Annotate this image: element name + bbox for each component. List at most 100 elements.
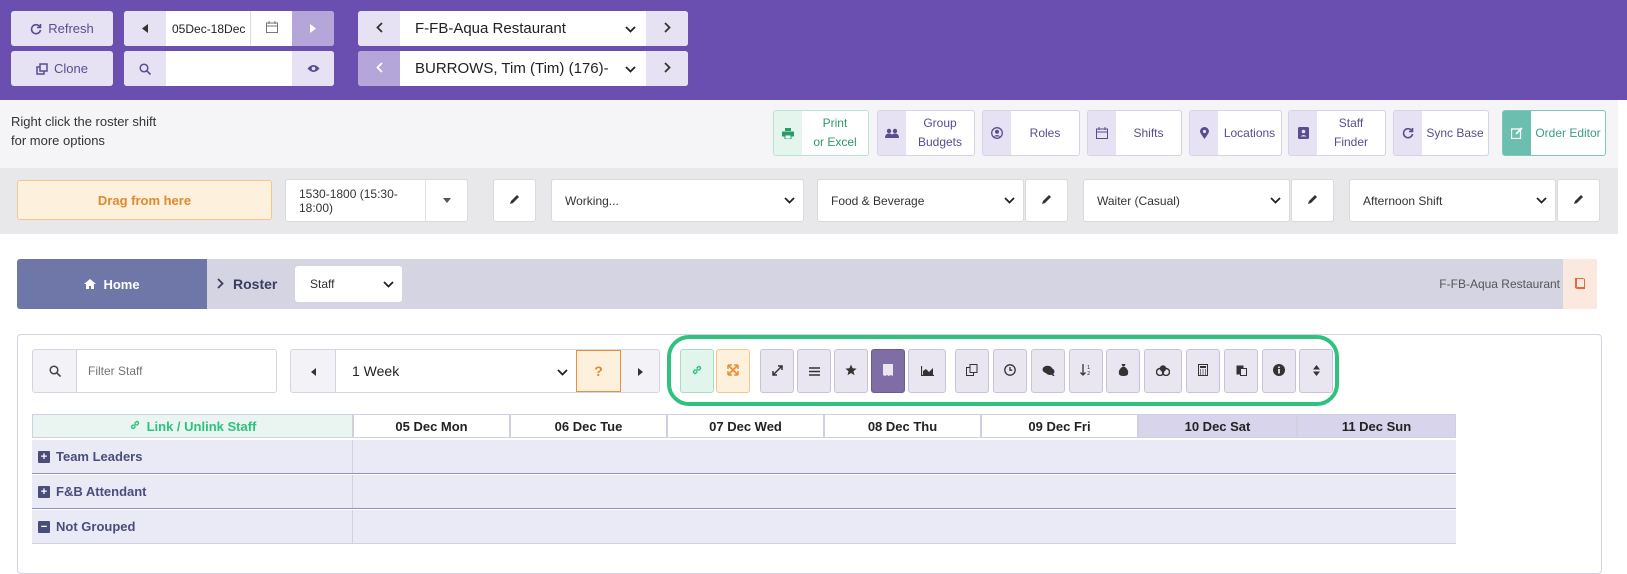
roles-button[interactable]: Roles <box>982 110 1080 156</box>
group-row-not-grouped[interactable]: − Not Grouped <box>32 510 1456 544</box>
next-period-button[interactable] <box>621 350 659 392</box>
reorder-button[interactable] <box>1299 349 1333 393</box>
book-button[interactable] <box>1563 259 1597 309</box>
favourites-button[interactable] <box>834 349 868 393</box>
view-select[interactable]: Staff <box>295 266 402 302</box>
receipt-view-button[interactable] <box>871 349 905 393</box>
chevron-down-icon <box>995 197 1023 204</box>
edit-shift-button[interactable] <box>1557 179 1600 222</box>
list-view-button[interactable] <box>797 349 831 393</box>
status-select[interactable]: Working... <box>551 179 804 222</box>
edit-time-button[interactable] <box>493 179 536 222</box>
breadcrumb-location: F-FB-Aqua Restaurant <box>1439 277 1560 291</box>
caret-left-icon <box>310 364 316 379</box>
collapse-group-icon[interactable]: − <box>38 520 50 533</box>
roster-crumb[interactable]: Roster <box>217 259 277 309</box>
receipt-icon <box>883 363 893 379</box>
pencil-icon <box>1041 193 1052 208</box>
comments-button[interactable] <box>1031 349 1065 393</box>
info-button[interactable] <box>1262 349 1296 393</box>
sort-numeric-icon: 12 <box>1080 363 1092 379</box>
edit-role-button[interactable] <box>1291 179 1334 222</box>
day-header-thu: 08 Dec Thu <box>824 414 981 438</box>
fullscreen-button[interactable] <box>760 349 794 393</box>
user-circle-icon <box>983 111 1011 155</box>
view-select-value: Staff <box>310 277 335 291</box>
sync-base-button[interactable]: Sync Base <box>1393 110 1489 156</box>
sort-button[interactable]: 12 <box>1069 349 1103 393</box>
day-header-sat: 10 Dec Sat <box>1138 414 1297 438</box>
chevron-left-icon <box>375 21 383 36</box>
location-select[interactable]: F-FB-Aqua Restaurant <box>400 11 646 46</box>
drag-from-here[interactable]: Drag from here <box>17 180 272 220</box>
prev-location-button[interactable] <box>358 11 400 46</box>
paste-button[interactable] <box>1224 349 1258 393</box>
print-excel-label: Print or Excel <box>802 111 868 155</box>
refresh-button[interactable]: Refresh <box>11 11 113 46</box>
star-icon <box>845 364 857 379</box>
clone-button[interactable]: Clone <box>11 51 113 86</box>
next-staff-button[interactable] <box>646 51 688 86</box>
group-budgets-button[interactable]: Group Budgets <box>877 110 975 156</box>
prev-staff-button[interactable] <box>358 51 400 86</box>
home-crumb[interactable]: Home <box>17 259 207 309</box>
print-line-1: Print <box>822 116 848 130</box>
prev-range-button[interactable] <box>124 11 166 46</box>
chevron-down-icon <box>383 277 394 291</box>
print-excel-button[interactable]: Print or Excel <box>773 110 869 156</box>
department-select[interactable]: Food & Beverage <box>817 179 1024 222</box>
clone-label: Clone <box>54 61 88 76</box>
print-icon <box>774 111 802 155</box>
staff-finder-button[interactable]: Staff Finder <box>1288 110 1386 156</box>
staff-select[interactable]: BURROWS, Tim (Tim) (176)- <box>400 51 646 86</box>
next-location-button[interactable] <box>646 11 688 46</box>
clock-button[interactable] <box>993 349 1027 393</box>
filter-staff-input[interactable] <box>77 350 276 392</box>
info-icon <box>1273 363 1285 379</box>
chart-view-button[interactable] <box>908 349 946 393</box>
caret-right-icon <box>637 364 643 379</box>
eye-icon <box>307 61 320 76</box>
status-select-value: Working... <box>565 193 619 208</box>
role-select-value: Waiter (Casual) <box>1097 193 1180 208</box>
bars-icon <box>808 364 820 379</box>
link-unlink-staff-header[interactable]: Link / Unlink Staff <box>32 414 353 438</box>
order-editor-button[interactable]: Order Editor <box>1502 110 1606 156</box>
eye-toggle-button[interactable] <box>292 51 334 86</box>
role-select[interactable]: Waiter (Casual) <box>1083 179 1290 222</box>
budget-button[interactable] <box>1106 349 1140 393</box>
money-bag-icon <box>1118 363 1129 379</box>
group-row-fb-attendant[interactable]: + F&B Attendant <box>32 475 1456 509</box>
book-icon <box>1574 277 1586 292</box>
next-range-button[interactable] <box>292 11 334 46</box>
top-search-input[interactable] <box>166 51 292 86</box>
period-select[interactable]: 1 Week <box>336 350 576 392</box>
shifts-button[interactable]: Shifts <box>1087 110 1182 156</box>
group-name-cell: + Team Leaders <box>32 440 353 473</box>
date-range-input[interactable]: 05Dec-18Dec <box>166 11 250 46</box>
filter-staff-control <box>32 349 277 393</box>
link-staff-button[interactable] <box>680 349 714 393</box>
help-button[interactable]: ? <box>576 350 621 392</box>
search-icon <box>124 51 166 86</box>
staff-select-value: BURROWS, Tim (Tim) (176)- <box>415 60 609 77</box>
locations-button[interactable]: Locations <box>1189 110 1282 156</box>
sync-base-label: Sync Base <box>1426 125 1484 140</box>
calendar-button[interactable] <box>250 11 292 46</box>
copy-button[interactable] <box>955 349 989 393</box>
pencil-icon <box>509 193 520 208</box>
coins-icon <box>1155 364 1171 379</box>
caret-left-icon <box>142 21 148 36</box>
shifts-label: Shifts <box>1133 125 1164 140</box>
edit-department-button[interactable] <box>1025 179 1068 222</box>
expand-group-icon[interactable]: + <box>38 485 50 498</box>
expand-group-icon[interactable]: + <box>38 450 50 463</box>
group-row-team-leaders[interactable]: + Team Leaders <box>32 440 1456 474</box>
chevron-down-icon <box>1261 197 1289 204</box>
coins-button[interactable] <box>1144 349 1182 393</box>
prev-period-button[interactable] <box>291 350 336 392</box>
expand-all-button[interactable] <box>716 349 750 393</box>
calculator-button[interactable] <box>1186 349 1220 393</box>
time-select[interactable]: 1530-1800 (15:30-18:00) <box>285 179 468 222</box>
shift-select[interactable]: Afternoon Shift <box>1349 179 1556 222</box>
